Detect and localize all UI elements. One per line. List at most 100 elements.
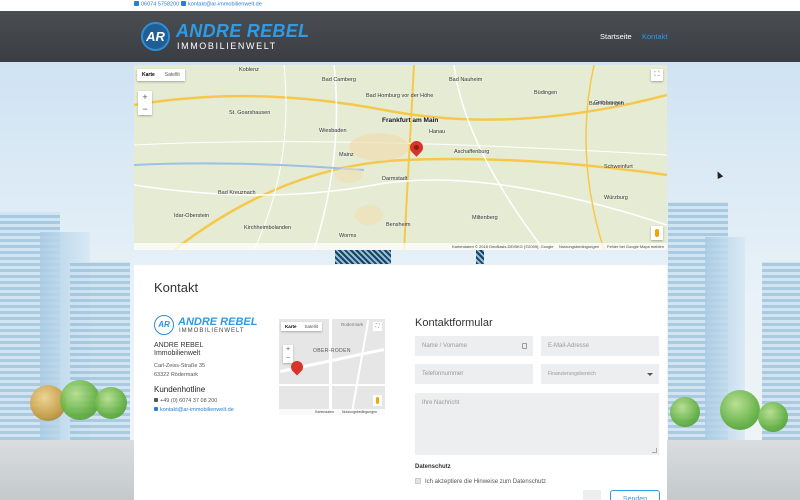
map-label: Miltenberg: [472, 215, 498, 221]
phone-icon: [154, 398, 158, 402]
map-label: Bad Camberg: [322, 77, 356, 83]
map-footer: Kartendaten © 2018 GeoBasis-DE/BKG (©200…: [134, 243, 667, 250]
map-type-control: Karte Satellit: [137, 69, 185, 81]
map-label: Bad Kissingen: [589, 101, 625, 107]
nav-home[interactable]: Startseite: [600, 32, 632, 41]
zoom-control: + −: [138, 91, 152, 115]
site-logo[interactable]: AR ANDRE REBEL IMMOBILIENWELT: [141, 20, 309, 52]
email-field[interactable]: E-Mail-Adresse: [541, 336, 659, 356]
decorative-stripe: [476, 250, 484, 264]
fullscreen-icon[interactable]: ⛶: [373, 322, 382, 331]
tree: [95, 387, 127, 419]
map-label: Wiesbaden: [319, 128, 347, 134]
chevron-down-icon: [647, 373, 653, 376]
map-label: Aschaffenburg: [454, 149, 490, 155]
map-terms-link[interactable]: Nutzungsbedingungen: [342, 410, 377, 414]
zoom-control: + −: [283, 345, 293, 363]
logo-mark: AR: [154, 315, 174, 335]
phone-field[interactable]: Telefonnummer: [415, 364, 533, 384]
contact-panel: Kontakt AR ANDRE REBEL IMMOBILIENWELT AN…: [134, 265, 667, 500]
zoom-out-button[interactable]: −: [138, 103, 152, 115]
zoom-in-button[interactable]: +: [283, 345, 293, 354]
address-city: 63322 Rödermark: [154, 372, 199, 378]
logo-name: ANDRE REBEL: [178, 316, 258, 328]
top-info-bar: 06074 5758200 kontakt@ar-immobilienwelt.…: [0, 0, 800, 11]
mail-icon: [181, 1, 186, 6]
map-label: Hanau: [429, 129, 446, 135]
topbar-phone[interactable]: 06074 5758200: [134, 1, 179, 8]
contact-email[interactable]: kontakt@ar-immobilienwelt.de: [154, 407, 234, 413]
map-label: Schweinfurt: [604, 164, 633, 170]
form-title: Kontaktformular: [415, 317, 493, 329]
map-type-satellite[interactable]: Satellit: [301, 322, 323, 331]
map-type-map[interactable]: Karte: [281, 322, 301, 331]
tree: [758, 402, 788, 432]
mail-icon: [154, 407, 158, 411]
resize-handle-icon[interactable]: [652, 448, 657, 453]
map-label: Kirchheimbolanden: [244, 225, 292, 231]
map-label: Koblenz: [239, 67, 259, 73]
map-label: Bad Nauheim: [449, 77, 483, 83]
tree: [720, 390, 760, 430]
office-map[interactable]: Karte Satellit Rodermark ⛶ + − OBER-RODE…: [279, 319, 385, 415]
tree: [60, 380, 100, 420]
logo-tagline: IMMOBILIENWELT: [179, 328, 245, 334]
map-type-control: Karte Satellit: [281, 322, 323, 331]
map-label: St. Goarshausen: [229, 110, 271, 116]
map-label: Worms: [339, 233, 357, 239]
fullscreen-icon[interactable]: ⛶: [651, 69, 663, 81]
zoom-in-button[interactable]: +: [138, 91, 152, 103]
map-type-satellite[interactable]: Satellit: [160, 69, 185, 81]
street-view-icon[interactable]: [373, 395, 382, 406]
building: [70, 262, 130, 452]
contact-card-icon: [522, 343, 527, 349]
financing-select[interactable]: Finanzierungsbereich: [541, 364, 659, 384]
map-terms-link[interactable]: Nutzungsbedingungen: [559, 244, 599, 249]
map-road: [329, 319, 332, 415]
map-report-link[interactable]: Fehler bei Google Maps melden: [607, 244, 664, 249]
map-label: Bensheim: [386, 222, 411, 228]
map-label: Rodermark: [341, 322, 364, 327]
map-label: Bad Kreuznach: [218, 190, 256, 196]
phone-icon: [134, 1, 139, 6]
site-header: AR ANDRE REBEL IMMOBILIENWELT Startseite…: [0, 11, 800, 62]
map-label: Büdingen: [534, 90, 558, 96]
decorative-stripe: [335, 250, 391, 264]
zoom-out-button[interactable]: −: [283, 354, 293, 363]
contact-phone[interactable]: +49 (0) 6074 37 08 200: [154, 398, 217, 404]
map-label: OBER-RODEN: [313, 348, 351, 354]
company-name: ANDRE REBEL: [154, 342, 204, 349]
topbar-email[interactable]: kontakt@ar-immobilienwelt.de: [181, 1, 262, 8]
send-button[interactable]: Senden: [610, 490, 660, 500]
company-name-line2: Immobilienwelt: [154, 350, 201, 357]
location-map[interactable]: Koblenz Bad Camberg Bad Nauheim Büdingen…: [134, 65, 667, 250]
message-textarea[interactable]: Ihre Nachricht: [415, 393, 659, 455]
map-attribution: Kartendaten © 2018 GeoBasis-DE/BKG (©200…: [452, 244, 554, 249]
map-type-map[interactable]: Karte: [137, 69, 160, 81]
page-title: Kontakt: [154, 280, 199, 295]
privacy-heading: Datenschutz: [415, 464, 451, 470]
logo-name: ANDRE REBEL: [176, 21, 310, 41]
logo-tagline: IMMOBILIENWELT: [177, 41, 277, 51]
name-field[interactable]: Name / Vorname: [415, 336, 533, 356]
map-attribution: Kartendaten: [315, 410, 335, 414]
street-view-icon[interactable]: [651, 226, 663, 240]
tree: [670, 397, 700, 427]
map-footer: Kartendaten Nutzungsbedingungen: [279, 409, 385, 415]
map-label: Idar-Oberstein: [174, 213, 210, 219]
map-label: Würzburg: [604, 195, 628, 201]
map-road: [350, 319, 370, 415]
captcha-input[interactable]: [583, 490, 601, 500]
map-road: [279, 384, 385, 386]
logo-mark: AR: [141, 22, 170, 51]
nav-contact[interactable]: Kontakt: [642, 32, 667, 41]
map-label: Bad Homburg vor der Höhe: [366, 93, 434, 99]
privacy-consent[interactable]: Ich akzeptiere die Hinweise zum Datensch…: [415, 478, 546, 485]
map-label: Frankfurt am Main: [382, 117, 439, 124]
map-label: Mainz: [339, 152, 354, 158]
map-label: Darmstadt: [382, 176, 408, 182]
address-street: Carl-Zeiss-Straße 35: [154, 363, 206, 369]
contact-logo: AR ANDRE REBEL IMMOBILIENWELT: [154, 315, 258, 337]
hotline-heading: Kundenhotline: [154, 385, 206, 394]
privacy-checkbox[interactable]: [415, 478, 421, 484]
